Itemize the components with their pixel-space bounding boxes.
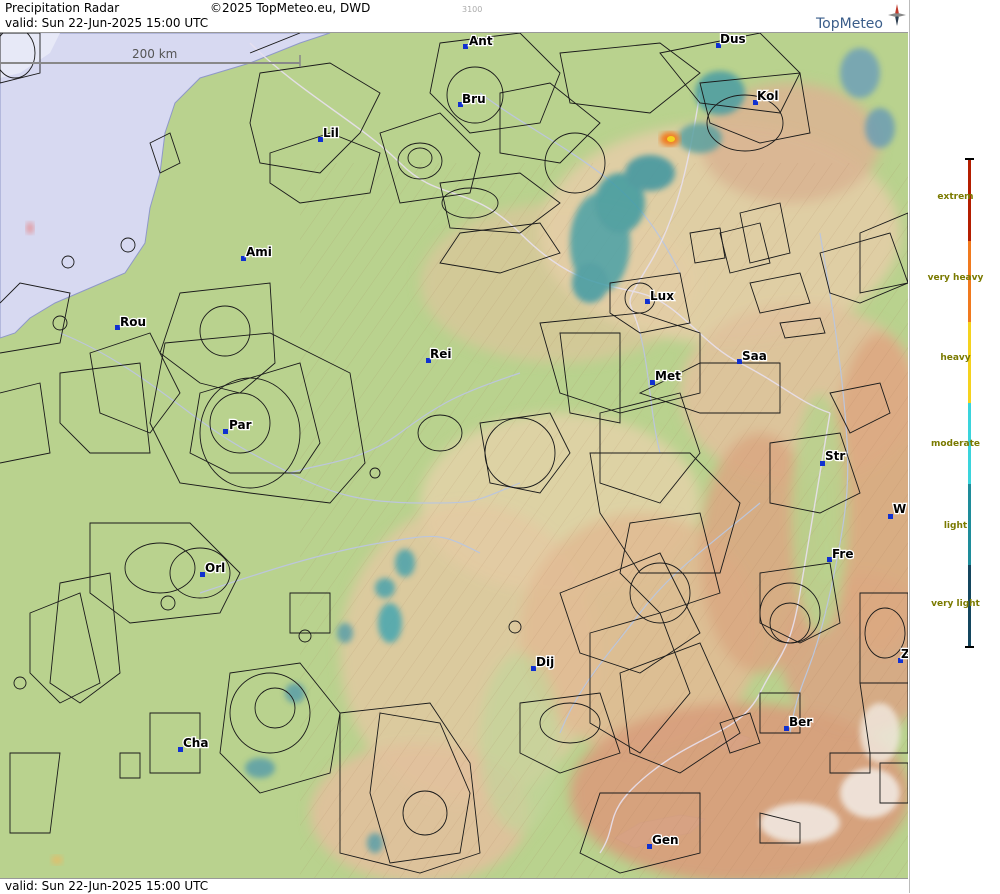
city-label: Ber — [789, 715, 812, 729]
city-label: W — [893, 502, 906, 516]
city-label: Ami — [246, 245, 272, 259]
city-label: Cha — [183, 736, 208, 750]
copyright-text: ©2025 TopMeteo.eu, DWD — [210, 1, 371, 15]
city-label: Fre — [832, 547, 854, 561]
product-title: Precipitation Radar — [5, 1, 120, 15]
city-label: Dus — [720, 33, 746, 46]
footer-valid-time: valid: Sun 22-Jun-2025 15:00 UTC — [5, 879, 209, 893]
legend-label: heavy — [940, 353, 971, 363]
header-bar: Precipitation Radar ©2025 TopMeteo.eu, D… — [0, 0, 908, 33]
precipitation-legend: extrem very heavy heavy moderate light v… — [909, 0, 1000, 893]
compass-icon — [888, 4, 906, 26]
city-label: Lil — [323, 126, 339, 140]
city-label: Rei — [430, 347, 452, 361]
brand-name: TopMeteo — [816, 16, 883, 32]
city-label: Saa — [742, 349, 767, 363]
city-label: Kol — [757, 89, 778, 103]
city-label: Par — [229, 418, 252, 432]
city-label: Bru — [462, 92, 486, 106]
city-label: Ant — [469, 34, 493, 48]
city-label: Lux — [650, 289, 674, 303]
legend-label: moderate — [930, 439, 981, 449]
city-label: Z — [901, 647, 908, 661]
city-label: Rou — [120, 315, 146, 329]
valid-time: valid: Sun 22-Jun-2025 15:00 UTC — [5, 16, 209, 30]
scale-bar-label: 200 km — [132, 47, 177, 61]
footer-bar: valid: Sun 22-Jun-2025 15:00 UTC — [0, 878, 908, 894]
legend-label: extrem — [937, 192, 974, 202]
city-label: Dij — [536, 655, 554, 669]
city-label: Met — [655, 369, 681, 383]
frame-code: 3100 — [462, 5, 483, 14]
city-label: Gen — [652, 833, 679, 847]
legend-label: light — [943, 521, 968, 531]
city-label: Str — [825, 449, 845, 463]
city-label: Orl — [205, 561, 225, 575]
legend-label: very light — [931, 599, 980, 609]
radar-map[interactable]: 200 km Ant Dus Bru Kol Lil Ami Rou Rei L… — [0, 33, 908, 878]
map-canvas: 200 km Ant Dus Bru Kol Lil Ami Rou Rei L… — [0, 33, 908, 878]
legend-label: very heavy — [927, 273, 984, 283]
